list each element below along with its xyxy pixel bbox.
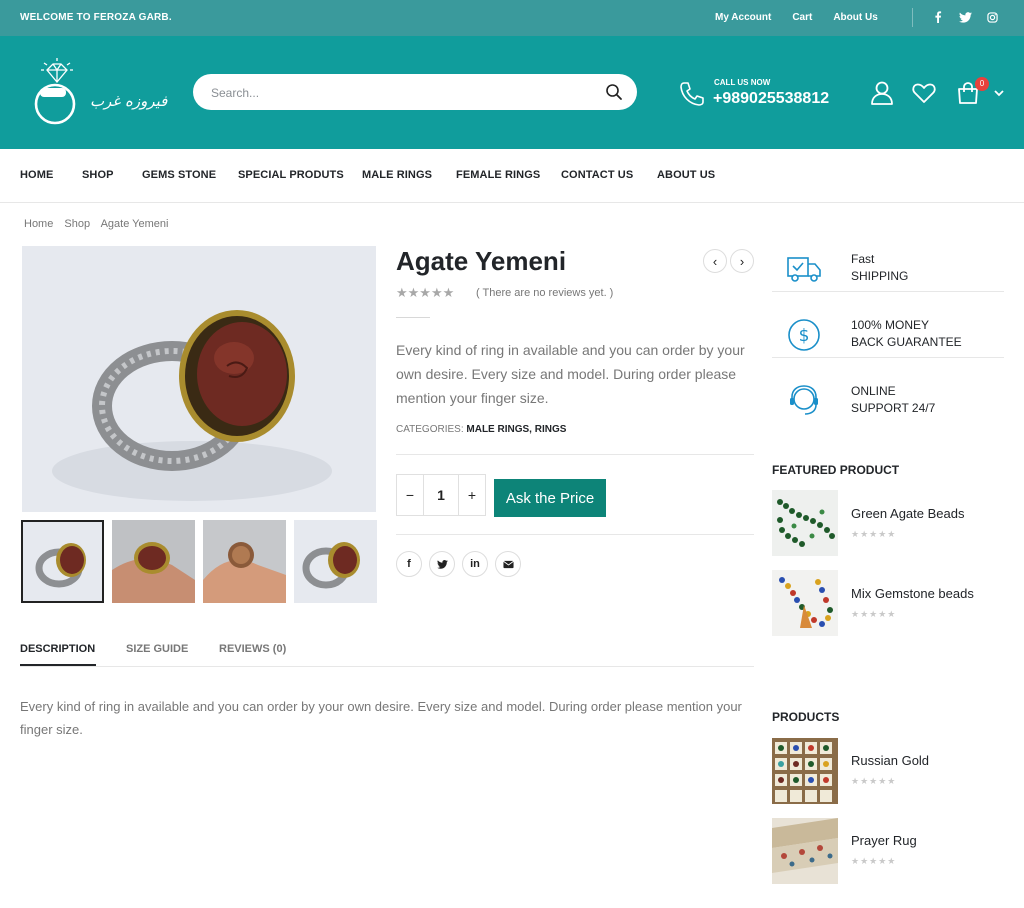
twitter-share-icon[interactable]: [429, 551, 455, 577]
cart-count-badge: 0: [975, 77, 989, 91]
top-links: My Account Cart About Us: [715, 12, 899, 23]
nav-shop[interactable]: SHOP: [82, 169, 114, 181]
product-thumbnail-4[interactable]: [294, 520, 377, 603]
product-title: Agate Yemeni: [396, 246, 567, 276]
cart-link[interactable]: Cart: [792, 12, 812, 23]
nav-contact-us[interactable]: CONTACT US: [561, 169, 633, 181]
nav-about-us[interactable]: ABOUT US: [657, 169, 715, 181]
rating-stars: ★★★★★: [851, 776, 897, 786]
twitter-icon[interactable]: [958, 10, 972, 24]
service-line1: Fast: [851, 252, 875, 266]
quantity-stepper: − 1 +: [396, 474, 486, 516]
breadcrumb-current: Agate Yemeni: [100, 218, 169, 230]
product-main-image[interactable]: [22, 246, 376, 512]
service-line1: ONLINE: [851, 384, 896, 398]
search-bar[interactable]: Search...: [193, 74, 637, 110]
facebook-icon[interactable]: [931, 10, 945, 24]
my-account-link[interactable]: My Account: [715, 12, 771, 23]
featured-product-name[interactable]: Green Agate Beads: [851, 506, 964, 521]
support-headset-icon: [784, 381, 824, 421]
main-nav: HOME SHOP GEMS STONE SPECIAL PRODUTS MAL…: [0, 149, 1024, 203]
wishlist-heart-icon[interactable]: [911, 80, 937, 106]
category-links[interactable]: MALE RINGS, RINGS: [466, 424, 566, 435]
short-description: Every kind of ring in available and you …: [396, 342, 745, 406]
rating-stars: ★★★★★: [851, 856, 897, 866]
welcome-text: WELCOME TO FEROZA GARB.: [20, 12, 172, 23]
service-support: ONLINE SUPPORT 24/7: [851, 383, 935, 417]
svg-text:$: $: [799, 326, 810, 346]
breadcrumb: Home Shop Agate Yemeni: [24, 218, 176, 230]
divider: [396, 454, 754, 455]
divider: [20, 666, 754, 667]
rating-stars: ★★★★★: [851, 529, 897, 539]
products-heading: PRODUCTS: [772, 710, 840, 724]
next-product-arrow-icon[interactable]: ›: [730, 249, 754, 273]
breadcrumb-home[interactable]: Home: [24, 218, 53, 230]
email-share-icon[interactable]: [495, 551, 521, 577]
facebook-share-icon[interactable]: f: [396, 551, 422, 577]
rating-stars: ★★★★★: [396, 285, 455, 300]
tab-size-guide[interactable]: SIZE GUIDE: [126, 643, 188, 655]
nav-special-products[interactable]: SPECIAL PRODUTS: [238, 169, 344, 181]
featured-product-image[interactable]: [772, 490, 838, 556]
quantity-plus-button[interactable]: +: [459, 475, 485, 515]
phone-icon: [678, 80, 706, 108]
nav-home[interactable]: HOME: [20, 169, 53, 181]
divider: [772, 357, 1004, 358]
rating-stars: ★★★★★: [851, 609, 897, 619]
logo-text: فیروزه غرب: [90, 92, 168, 110]
nav-male-rings[interactable]: MALE RINGS: [362, 169, 432, 181]
description-text: Every kind of ring in available and you …: [20, 699, 742, 737]
about-us-link[interactable]: About Us: [833, 12, 877, 23]
product-thumbnail-3[interactable]: [203, 520, 286, 603]
divider: [396, 534, 754, 535]
search-icon[interactable]: [605, 83, 623, 101]
call-us-label: CALL US NOW: [714, 78, 771, 87]
divider: [912, 8, 913, 27]
prev-product-arrow-icon[interactable]: ‹: [703, 249, 727, 273]
header: فیروزه غرب Search... CALL US NOW +989025…: [0, 36, 1024, 149]
divider: [772, 291, 1004, 292]
service-line2: SHIPPING: [851, 269, 909, 283]
nav-female-rings[interactable]: FEMALE RINGS: [456, 169, 540, 181]
site-logo[interactable]: فیروزه غرب: [30, 56, 170, 128]
product-image[interactable]: [772, 818, 838, 884]
service-line1: 100% MONEY: [851, 318, 930, 332]
tab-description[interactable]: DESCRIPTION: [20, 643, 95, 655]
categories: CATEGORIES: MALE RINGS, RINGS: [396, 424, 566, 435]
product-name[interactable]: Russian Gold: [851, 753, 929, 768]
product-image[interactable]: [772, 738, 838, 804]
quantity-input[interactable]: 1: [423, 475, 459, 515]
reviews-link[interactable]: ( There are no reviews yet. ): [476, 287, 613, 299]
tab-reviews[interactable]: REVIEWS (0): [219, 643, 286, 655]
featured-product-name[interactable]: Mix Gemstone beads: [851, 586, 974, 601]
chevron-down-icon[interactable]: [993, 86, 1005, 98]
phone-number[interactable]: +989025538812: [713, 90, 829, 108]
user-icon[interactable]: [869, 80, 895, 106]
service-shipping: Fast SHIPPING: [851, 251, 908, 285]
truck-icon: [784, 250, 824, 290]
divider: [396, 317, 430, 318]
featured-product-image[interactable]: [772, 570, 838, 636]
search-input[interactable]: Search...: [211, 86, 259, 100]
service-money-back: 100% MONEY BACK GUARANTEE: [851, 317, 962, 351]
featured-heading: FEATURED PRODUCT: [772, 463, 900, 477]
instagram-icon[interactable]: [985, 10, 999, 24]
service-line2: SUPPORT 24/7: [851, 401, 936, 415]
dollar-icon: $: [784, 315, 824, 355]
product-thumbnail-2[interactable]: [112, 520, 195, 603]
linkedin-share-icon[interactable]: in: [462, 551, 488, 577]
nav-gems-stone[interactable]: GEMS STONE: [142, 169, 216, 181]
product-name[interactable]: Prayer Rug: [851, 833, 917, 848]
breadcrumb-shop[interactable]: Shop: [64, 218, 90, 230]
service-line2: BACK GUARANTEE: [851, 335, 962, 349]
top-bar: WELCOME TO FEROZA GARB. My Account Cart …: [0, 0, 1024, 36]
categories-label: CATEGORIES:: [396, 424, 464, 435]
quantity-minus-button[interactable]: −: [397, 475, 423, 515]
product-thumbnail-1[interactable]: [21, 520, 104, 603]
ask-price-button[interactable]: Ask the Price: [494, 479, 606, 517]
